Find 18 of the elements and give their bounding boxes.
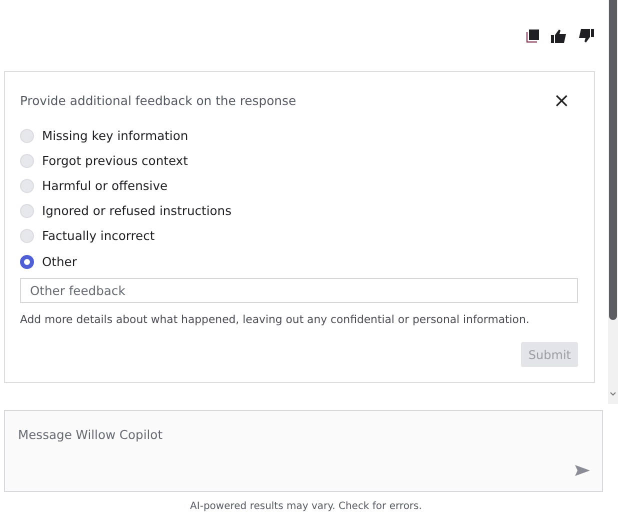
helper-text: Add more details about what happened, leaving out any confidential or personal information. (20, 313, 530, 326)
option-label[interactable]: Ignored or refused instructions (42, 204, 232, 218)
close-button[interactable]: × (549, 90, 574, 110)
copy-icon[interactable] (526, 29, 540, 43)
thumbs-down-icon[interactable] (578, 29, 594, 43)
send-icon[interactable] (575, 465, 590, 476)
disclaimer-text: AI-powered results may vary. Check for errors. (189, 501, 423, 512)
message-input-field[interactable]: Message Willow Copilot (4, 410, 603, 492)
option-label[interactable]: Forgot previous context (42, 154, 188, 168)
option-label[interactable]: Other (42, 254, 77, 269)
panel-title: Provide additional feedback on the response (20, 92, 296, 108)
thumbs-up-icon[interactable] (551, 29, 567, 43)
option-label[interactable]: Factually incorrect (42, 229, 155, 244)
option-label[interactable]: Missing key information (42, 128, 188, 143)
scrollbar-drawing[interactable] (608, 0, 618, 404)
feedback-input-field[interactable]: Other feedback (20, 278, 578, 304)
radio-button[interactable] (20, 254, 34, 269)
option-label[interactable]: Harmful or offensive (42, 178, 168, 193)
